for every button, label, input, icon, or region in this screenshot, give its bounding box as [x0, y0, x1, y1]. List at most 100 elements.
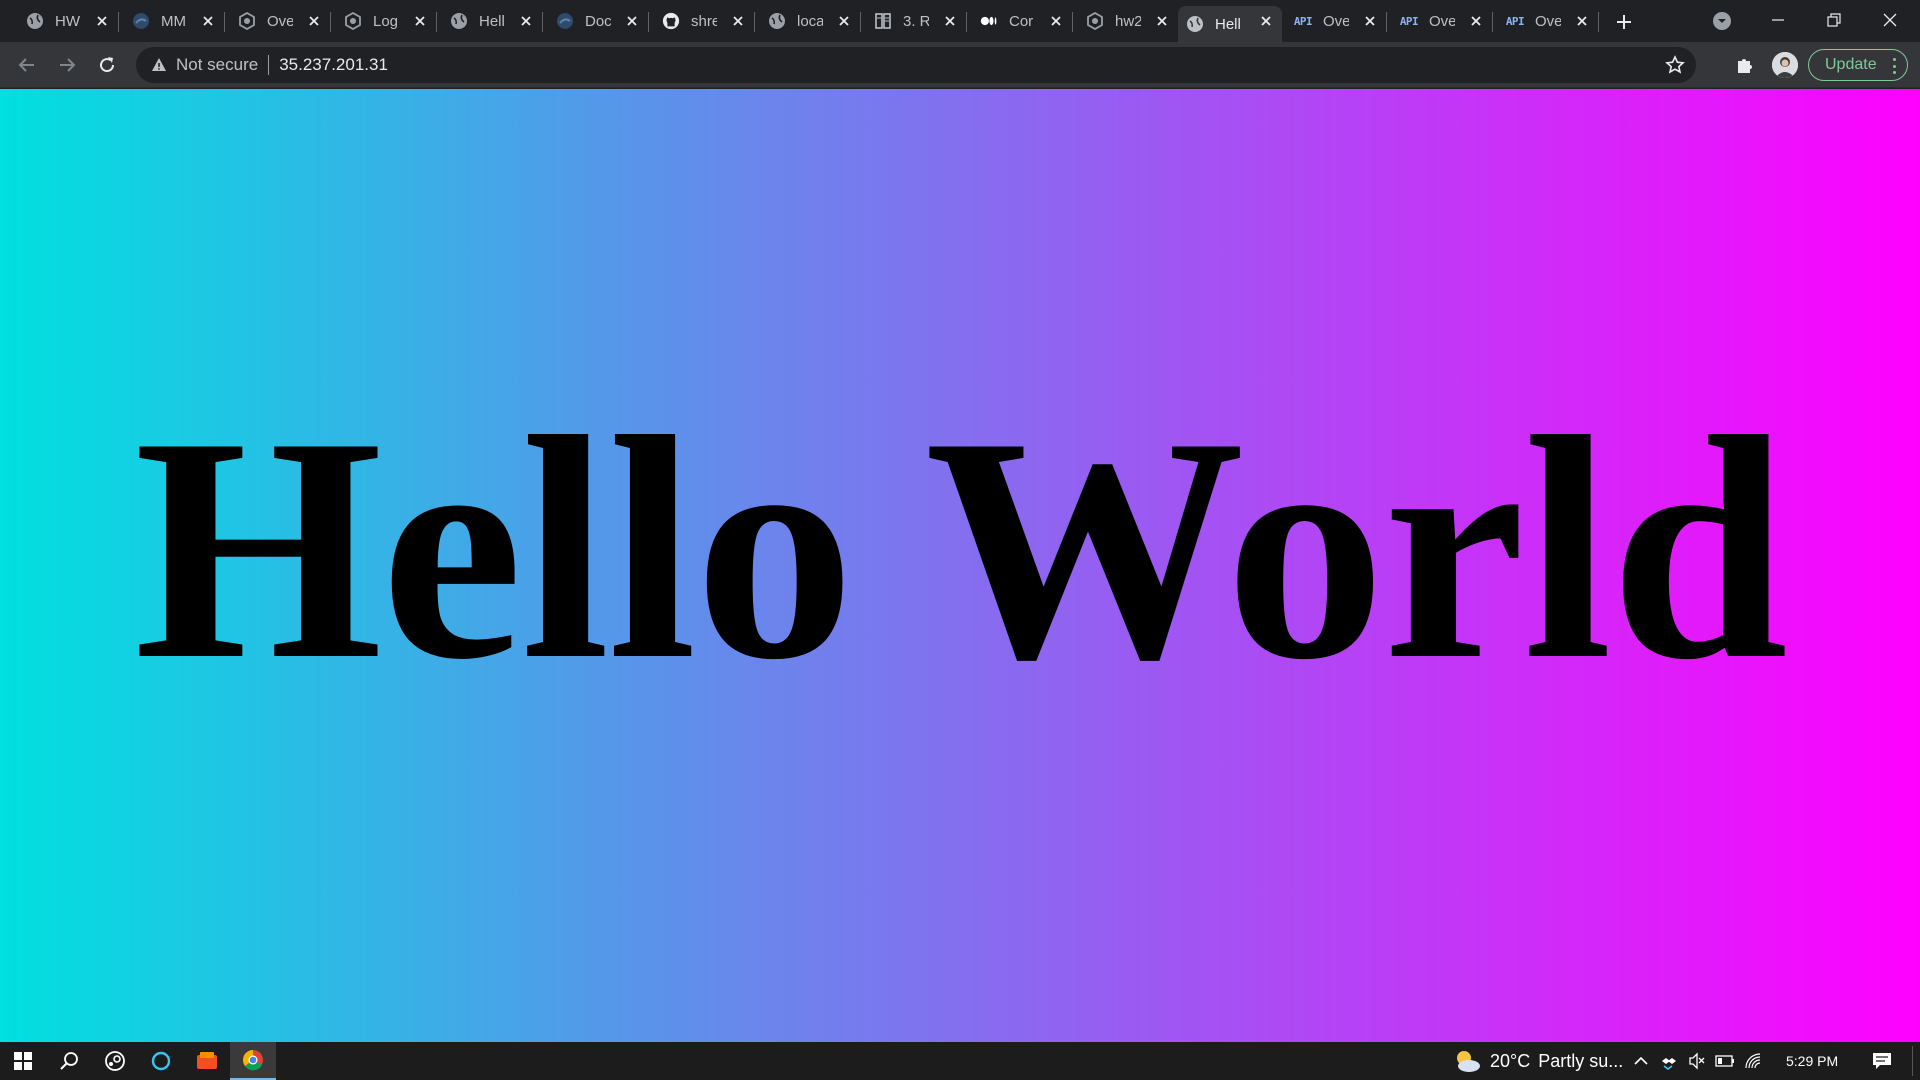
profile-avatar[interactable]: [1772, 52, 1798, 78]
tab-mm[interactable]: MM: [124, 6, 224, 36]
notification-icon: [1873, 1053, 1891, 1069]
menu-dots-icon: [1893, 58, 1897, 74]
tab-close-icon[interactable]: [836, 13, 852, 29]
tab-loca[interactable]: loca: [760, 6, 860, 36]
tab-api-ove-3[interactable]: API Ove: [1498, 6, 1598, 36]
tab-separator: [1492, 12, 1493, 32]
tab-close-icon[interactable]: [94, 13, 110, 29]
tab-shre[interactable]: shre: [654, 6, 754, 36]
tab-title: Doc: [585, 12, 611, 30]
url-text[interactable]: 35.237.201.31: [279, 55, 388, 75]
weather-condition: Partly su...: [1538, 1050, 1624, 1071]
api-icon: API: [1293, 14, 1313, 28]
restore-button[interactable]: [1806, 0, 1862, 40]
reload-icon: [100, 57, 115, 73]
weather-widget[interactable]: 20°C Partly su...: [1452, 1042, 1623, 1080]
tab-close-icon[interactable]: [1048, 13, 1064, 29]
github-icon: [662, 12, 680, 30]
search-button[interactable]: [46, 1042, 92, 1080]
steam-icon: [105, 1051, 125, 1071]
tab-strip: HW MM Ove Log Hell Doc shre loca 3. R Co…: [0, 0, 1920, 42]
tab-hell-active[interactable]: Hell: [1178, 6, 1282, 42]
tab-hell[interactable]: Hell: [442, 6, 542, 36]
dropbox-tray-button[interactable]: [1656, 1042, 1682, 1080]
address-bar[interactable]: Not secure 35.237.201.31: [136, 47, 1696, 83]
tab-close-icon[interactable]: [942, 13, 958, 29]
wifi-button[interactable]: [1740, 1042, 1766, 1080]
tab-close-icon[interactable]: [730, 13, 746, 29]
globe-icon: [1186, 15, 1204, 33]
tab-api-ove-1[interactable]: API Ove: [1286, 6, 1386, 36]
tab-title: Cor: [1009, 12, 1034, 30]
update-button[interactable]: Update: [1808, 49, 1908, 81]
battery-button[interactable]: [1712, 1042, 1738, 1080]
tab-title: Ove: [1535, 12, 1561, 30]
minimize-icon: [1772, 19, 1784, 21]
tab-close-icon[interactable]: [200, 13, 216, 29]
extensions-puzzle-icon[interactable]: [1734, 54, 1756, 76]
tab-hw[interactable]: HW: [18, 6, 118, 36]
show-hidden-icons-button[interactable]: [1628, 1042, 1654, 1080]
tab-close-icon[interactable]: [1574, 13, 1590, 29]
tab-close-icon[interactable]: [1258, 13, 1274, 29]
start-button[interactable]: [0, 1042, 46, 1080]
tab-3r[interactable]: 3. R: [866, 6, 966, 36]
tab-hw2[interactable]: hw2: [1078, 6, 1178, 36]
warning-icon[interactable]: [150, 56, 168, 74]
back-button[interactable]: [12, 50, 42, 80]
battery-icon: [1715, 1055, 1734, 1067]
tab-separator: [330, 12, 331, 32]
tab-separator: [966, 12, 967, 32]
close-window-button[interactable]: [1862, 0, 1918, 40]
notification-center-button[interactable]: [1864, 1042, 1900, 1080]
bookmark-star-icon[interactable]: [1664, 54, 1686, 76]
chrome-app-button[interactable]: [230, 1042, 276, 1080]
forward-button[interactable]: [52, 50, 82, 80]
partly-sunny-icon: [1457, 1051, 1480, 1072]
tab-separator: [1598, 12, 1599, 32]
tab-ove[interactable]: Ove: [230, 6, 330, 36]
minimize-button[interactable]: [1750, 0, 1806, 40]
tab-title: MM: [161, 12, 186, 30]
restore-icon: [1827, 13, 1841, 27]
steam-app-button[interactable]: [92, 1042, 138, 1080]
globe-icon: [450, 12, 468, 30]
reload-button[interactable]: [92, 50, 122, 80]
tab-doc[interactable]: Doc: [548, 6, 648, 36]
chrome-icon: [243, 1050, 263, 1071]
tab-title: loca: [797, 12, 823, 30]
office-icon: [197, 1052, 217, 1069]
tab-close-icon[interactable]: [1154, 13, 1170, 29]
tab-separator: [1386, 12, 1387, 32]
tab-close-icon[interactable]: [1362, 13, 1378, 29]
new-tab-button[interactable]: [1612, 10, 1636, 34]
site-icon: [132, 12, 150, 30]
office-app-button[interactable]: [184, 1042, 230, 1080]
plus-icon: [1617, 15, 1631, 29]
tab-separator: [542, 12, 543, 32]
tab-title: shre: [691, 12, 717, 30]
volume-button[interactable]: [1684, 1042, 1710, 1080]
tab-separator: [648, 12, 649, 32]
globe-icon: [768, 12, 786, 30]
show-desktop-button[interactable]: [1912, 1046, 1913, 1076]
tab-close-icon[interactable]: [1468, 13, 1484, 29]
tab-close-icon[interactable]: [306, 13, 322, 29]
page-headline: Hello World: [133, 372, 1788, 726]
tab-close-icon[interactable]: [518, 13, 534, 29]
tab-log[interactable]: Log: [336, 6, 436, 36]
tab-api-ove-2[interactable]: API Ove: [1392, 6, 1492, 36]
site-icon: [556, 12, 574, 30]
tab-title: Ove: [267, 12, 293, 30]
tab-close-icon[interactable]: [412, 13, 428, 29]
tab-close-icon[interactable]: [624, 13, 640, 29]
security-label[interactable]: Not secure: [176, 55, 258, 75]
tab-title: Hell: [479, 12, 505, 30]
taskbar-clock[interactable]: 5:29 PM: [1786, 1042, 1838, 1080]
medium-icon: [980, 12, 998, 30]
tab-title: Hell: [1215, 15, 1241, 33]
tab-cor[interactable]: Cor: [972, 6, 1072, 36]
tab-search-button[interactable]: [1710, 9, 1734, 33]
cortana-button[interactable]: [138, 1042, 184, 1080]
tab-separator: [224, 12, 225, 32]
